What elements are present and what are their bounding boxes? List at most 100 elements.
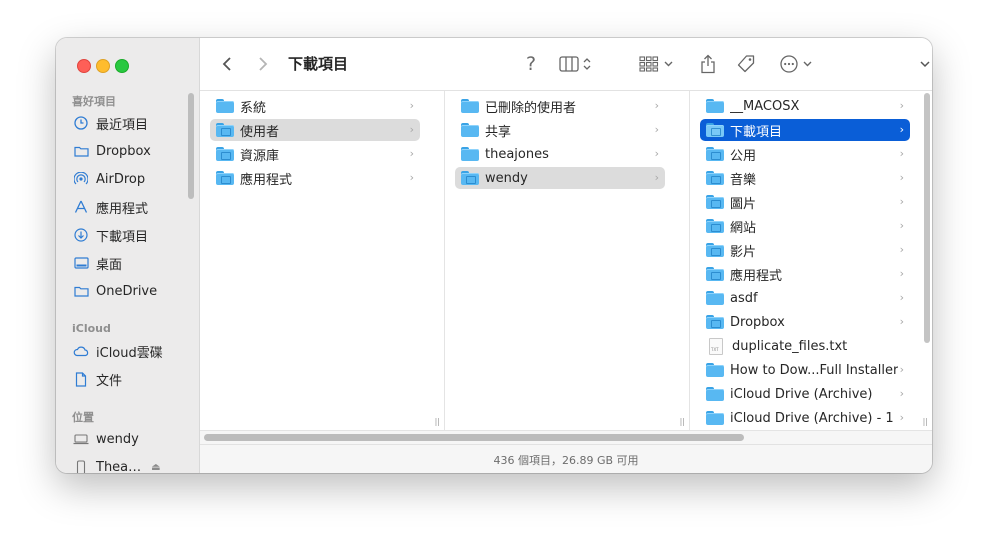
close-button[interactable] — [77, 59, 91, 73]
overflow-chevron-button[interactable] — [914, 52, 932, 76]
list-item[interactable]: iCloud Drive (Archive) › — [700, 383, 910, 405]
list-item[interactable]: 音樂 › — [700, 167, 910, 189]
list-item[interactable]: iCloud Drive (Archive) - 1 › — [700, 407, 910, 429]
list-item[interactable]: 影片 › — [700, 239, 910, 261]
horizontal-scrollbar[interactable] — [200, 430, 932, 444]
sidebar-item-desktop[interactable]: 桌面 — [72, 252, 190, 274]
toolbar: 下載項目 ? — [200, 38, 932, 91]
chevron-right-icon: › — [899, 219, 904, 232]
column-vertical-scrollbar[interactable] — [924, 93, 930, 343]
chevron-updown-icon — [583, 58, 591, 70]
sidebar-item-label: 應用程式 — [96, 201, 149, 217]
zoom-button[interactable] — [115, 59, 129, 73]
folder-icon — [706, 219, 724, 233]
applications-icon — [72, 198, 90, 216]
sidebar-item-downloads[interactable]: 下載項目 — [72, 224, 190, 246]
tag-icon — [737, 55, 755, 73]
column-resize-handle[interactable]: || — [435, 417, 440, 426]
list-item[interactable]: wendy › — [455, 167, 665, 189]
ellipsis-circle-icon — [780, 55, 798, 73]
list-item[interactable]: 公用 › — [700, 143, 910, 165]
sidebar-scrollbar[interactable] — [188, 93, 194, 199]
sidebar-item-dropbox[interactable]: Dropbox — [72, 140, 190, 162]
list-item[interactable]: 資源庫 › — [210, 143, 420, 165]
clock-icon — [72, 114, 90, 132]
chevron-right-icon: › — [409, 123, 414, 136]
chevron-right-icon: › — [899, 123, 904, 136]
sidebar-item-icloud-drive[interactable]: iCloud雲碟 — [72, 340, 190, 362]
list-item[interactable]: 系統 › — [210, 95, 420, 117]
cloud-icon — [72, 342, 90, 360]
sidebar-item-label: 桌面 — [96, 257, 123, 273]
sidebar-item-airdrop[interactable]: AirDrop — [72, 168, 190, 190]
list-item[interactable]: 使用者 › — [210, 119, 420, 141]
chevron-right-icon: › — [409, 171, 414, 184]
list-item[interactable]: Dropbox › — [700, 311, 910, 333]
folder-icon — [706, 99, 724, 113]
folder-icon — [706, 195, 724, 209]
forward-button[interactable] — [252, 52, 274, 76]
folder-icon — [706, 147, 724, 161]
sidebar-item-documents[interactable]: 文件 — [72, 368, 190, 390]
eject-icon[interactable]: ⏏ — [151, 462, 160, 473]
back-button[interactable] — [216, 52, 238, 76]
share-button[interactable] — [696, 52, 720, 76]
sidebar-header-icloud: iCloud — [72, 322, 111, 335]
list-item[interactable]: 共享 › — [455, 119, 665, 141]
list-item[interactable]: 已刪除的使用者 › — [455, 95, 665, 117]
list-item[interactable]: asdf › — [700, 287, 910, 309]
list-item[interactable]: 網站 › — [700, 215, 910, 237]
folder-icon — [706, 387, 724, 401]
list-item[interactable]: __MACOSX › — [700, 95, 910, 117]
tag-button[interactable] — [734, 52, 758, 76]
sidebar-item-label: iCloud雲碟 — [96, 345, 163, 361]
sidebar-item-label: 下載項目 — [96, 229, 149, 245]
view-options-button[interactable] — [554, 52, 596, 76]
list-item[interactable]: 應用程式 › — [210, 167, 420, 189]
status-bar: 436 個項目，26.89 GB 可用 — [200, 444, 932, 473]
chevron-right-icon: › — [654, 147, 659, 160]
browser-column-2: 已刪除的使用者 › 共享 › theajones › wendy › || — [445, 91, 690, 430]
folder-icon — [706, 267, 724, 281]
folder-icon — [706, 243, 724, 257]
list-item[interactable]: How to Dow...Full Installer › — [700, 359, 910, 381]
sidebar-item-recents[interactable]: 最近項目 — [72, 112, 190, 134]
sidebar-item-wendy[interactable]: wendy — [72, 428, 190, 450]
folder-icon — [461, 99, 479, 113]
sidebar: 喜好項目 最近項目 Dropbox AirDrop 應用程式 下載項目 桌面 O… — [56, 38, 200, 473]
group-button[interactable] — [636, 52, 676, 76]
chevron-right-icon: › — [899, 411, 904, 424]
chevron-right-icon: › — [409, 99, 414, 112]
folder-icon — [461, 147, 479, 161]
chevron-right-icon: › — [654, 123, 659, 136]
list-item[interactable]: TXT duplicate_files.txt — [700, 335, 910, 357]
folder-icon — [216, 171, 234, 185]
column-resize-handle[interactable]: || — [680, 417, 685, 426]
share-icon — [701, 54, 715, 74]
column-resize-handle[interactable]: || — [923, 417, 928, 426]
sidebar-item-onedrive[interactable]: OneDrive — [72, 280, 190, 302]
sidebar-item-applications[interactable]: 應用程式 — [72, 196, 190, 218]
document-icon — [72, 370, 90, 388]
chevron-right-icon: › — [899, 195, 904, 208]
sidebar-header-locations: 位置 — [72, 411, 94, 424]
list-item[interactable]: 下載項目 › — [700, 119, 910, 141]
sidebar-item-thea[interactable]: Thea… ⏏ — [72, 456, 190, 473]
chevron-right-icon: › — [899, 363, 904, 376]
browser-column-1: 系統 › 使用者 › 資源庫 › 應用程式 › || — [200, 91, 445, 430]
help-button[interactable]: ? — [520, 52, 542, 76]
folder-icon — [461, 171, 479, 185]
airdrop-icon — [72, 170, 90, 188]
list-item[interactable]: 應用程式 › — [700, 263, 910, 285]
horizontal-scrollbar-thumb[interactable] — [204, 434, 744, 441]
list-item[interactable]: 圖片 › — [700, 191, 910, 213]
more-actions-button[interactable] — [778, 52, 814, 76]
sidebar-item-label: Thea… — [96, 459, 142, 474]
chevron-right-icon — [259, 57, 268, 71]
list-item[interactable]: theajones › — [455, 143, 665, 165]
laptop-icon — [72, 430, 90, 448]
chevron-right-icon: › — [899, 267, 904, 280]
minimize-button[interactable] — [96, 59, 110, 73]
folder-icon — [706, 315, 724, 329]
phone-icon — [72, 458, 90, 473]
